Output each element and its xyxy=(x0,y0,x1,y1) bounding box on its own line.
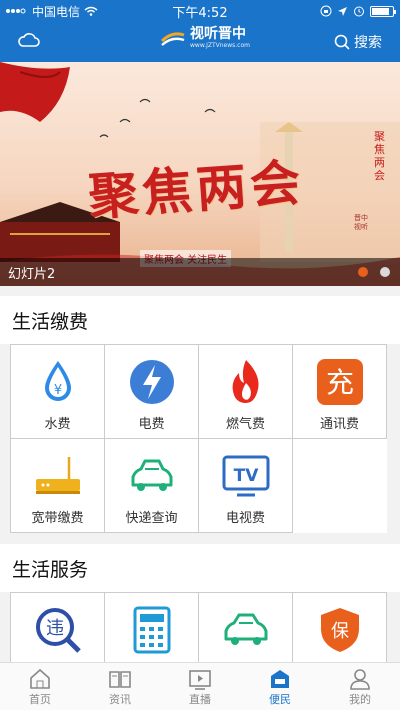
signal-icon xyxy=(6,8,26,14)
section-header-payments: 生活缴费 xyxy=(0,296,400,344)
lightning-icon xyxy=(129,360,174,404)
search-button[interactable]: 搜索 xyxy=(334,32,382,52)
section-title: 生活服务 xyxy=(12,558,89,581)
banner-side-text-2: 晋中视听 xyxy=(354,214,368,231)
recharge-icon: 充 xyxy=(316,359,363,405)
tab-label: 首页 xyxy=(29,693,51,706)
battery-icon xyxy=(370,5,396,17)
service-icon xyxy=(271,670,289,688)
section-header-services: 生活服务 xyxy=(0,544,400,592)
electric-fee-tile[interactable]: 电费 xyxy=(105,345,199,439)
tab-label: 资讯 xyxy=(109,693,131,706)
telecom-fee-tile[interactable]: 充 通讯费 xyxy=(293,345,387,439)
express-query-tile[interactable]: 快递查询 xyxy=(105,439,199,533)
cloud-icon[interactable] xyxy=(18,32,40,48)
carousel-dot[interactable] xyxy=(380,267,390,277)
location-icon xyxy=(338,6,347,16)
banner-side-text: 聚焦两会 xyxy=(374,130,385,182)
svg-text:违: 违 xyxy=(46,618,64,639)
nav-bar: 视听晋中 www.JZTVnews.com 搜索 xyxy=(0,22,400,62)
logo-subtitle: www.JZTVnews.com xyxy=(190,42,250,49)
tv-fee-tile[interactable]: TV 电视费 xyxy=(199,439,293,533)
live-play-icon xyxy=(189,670,211,690)
svg-text:TV: TV xyxy=(233,466,259,486)
delivery-car-icon xyxy=(131,459,172,491)
status-indicators xyxy=(320,5,396,17)
svg-text:充: 充 xyxy=(325,366,353,399)
logo-mark-icon xyxy=(160,32,185,46)
wifi-icon xyxy=(84,6,98,16)
alarm-icon xyxy=(354,6,364,17)
tab-label: 直播 xyxy=(189,693,211,706)
carousel-dots xyxy=(358,267,390,277)
tile-label: 燃气费 xyxy=(225,417,265,432)
flame-icon xyxy=(232,360,258,403)
svg-text:保: 保 xyxy=(331,621,349,642)
car-icon xyxy=(224,613,267,645)
tile-label: 宽带缴费 xyxy=(31,511,84,526)
tab-label: 便民 xyxy=(269,693,291,706)
tv-icon: TV xyxy=(222,455,269,497)
tab-label: 我的 xyxy=(349,693,371,706)
tab-home[interactable]: 首页 xyxy=(0,663,80,710)
broadband-fee-tile[interactable]: 宽带缴费 xyxy=(11,439,105,533)
payment-grid: ¥ 水费 电费 燃气费 充 通讯费 宽带缴费 快递查询 TV 电视费 xyxy=(10,344,387,533)
tab-live[interactable]: 直播 xyxy=(160,663,240,710)
violation-search-icon: 违 xyxy=(35,608,81,653)
banner-caption: 幻灯片2 xyxy=(8,266,56,282)
news-icon xyxy=(109,671,131,688)
water-drop-icon: ¥ xyxy=(44,361,71,401)
logo-title: 视听晋中 xyxy=(190,26,246,42)
gas-fee-tile[interactable]: 燃气费 xyxy=(199,345,293,439)
carousel-dot[interactable] xyxy=(358,267,368,277)
tile-label: 电视费 xyxy=(225,511,265,526)
insurance-shield-icon: 保 xyxy=(320,608,359,652)
status-bar: 中国电信 下午4:52 xyxy=(0,0,400,22)
tab-bar: 首页 资讯 直播 便民 我的 xyxy=(0,662,400,710)
tab-service[interactable]: 便民 xyxy=(240,663,320,710)
tile-label: 通讯费 xyxy=(319,417,359,432)
router-icon xyxy=(35,457,80,494)
banner-headline: 聚焦两会 xyxy=(86,152,307,227)
section-title: 生活缴费 xyxy=(12,310,89,333)
banner-caption-bar: 幻灯片2 xyxy=(0,258,400,286)
tile-label: 水费 xyxy=(44,417,71,432)
carrier-name: 中国电信 xyxy=(32,4,81,19)
user-icon xyxy=(350,669,370,690)
search-label: 搜索 xyxy=(354,35,382,51)
banner-carousel[interactable]: 聚焦两会 聚焦两会 关注民生 聚焦两会 晋中视听 幻灯片2 xyxy=(0,62,400,286)
svg-text:¥: ¥ xyxy=(53,383,61,398)
carrier-group: 中国电信 xyxy=(6,3,98,20)
search-icon xyxy=(334,34,350,50)
tile-label: 快递查询 xyxy=(125,511,178,526)
tab-news[interactable]: 资讯 xyxy=(80,663,160,710)
calculator-icon xyxy=(133,606,170,654)
rotation-lock-icon xyxy=(320,5,332,17)
tile-label: 电费 xyxy=(138,417,165,432)
water-fee-tile[interactable]: ¥ 水费 xyxy=(11,345,105,439)
home-icon xyxy=(30,668,50,689)
tab-profile[interactable]: 我的 xyxy=(320,663,400,710)
app-logo: 视听晋中 www.JZTVnews.com xyxy=(160,26,250,50)
